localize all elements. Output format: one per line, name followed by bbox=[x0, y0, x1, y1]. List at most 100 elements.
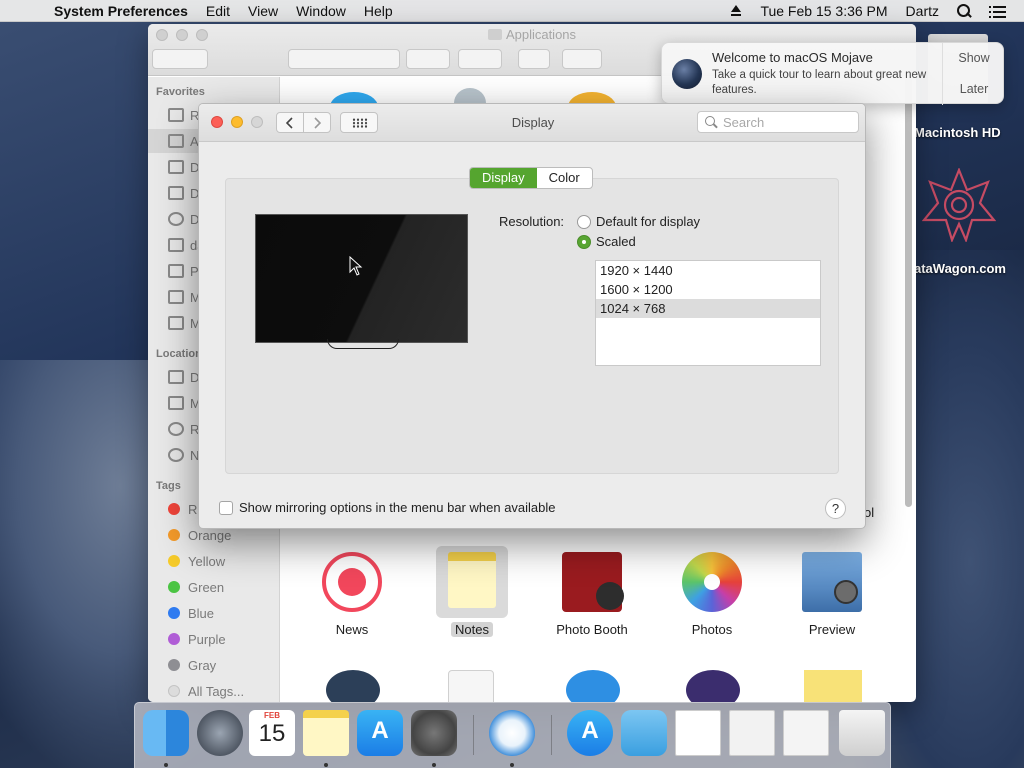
network-icon bbox=[168, 448, 184, 462]
sidebar-item-label: Purple bbox=[188, 631, 226, 647]
mirroring-option[interactable]: Show mirroring options in the menu bar w… bbox=[219, 500, 556, 515]
search-icon bbox=[705, 116, 717, 128]
resolution-option-selected[interactable]: 1024 × 768 bbox=[596, 299, 820, 318]
hard-drive-label[interactable]: Macintosh HD bbox=[914, 125, 1001, 140]
dock-separator bbox=[551, 715, 552, 755]
safari-icon[interactable] bbox=[489, 710, 535, 756]
radio-default-for-display[interactable]: Default for display bbox=[577, 214, 700, 229]
resolution-option[interactable]: 1920 × 1440 bbox=[596, 261, 820, 280]
app-store-glyph: A bbox=[581, 717, 599, 744]
finder-app-icon-partial[interactable] bbox=[566, 670, 620, 702]
mouse-cursor-icon bbox=[349, 256, 363, 276]
display-preferences-window: Display Display Color Resolution: Defaul… bbox=[198, 103, 866, 529]
calendar-month: FEB bbox=[264, 711, 280, 720]
sidebar-tag-green[interactable]: Green bbox=[148, 575, 280, 599]
prefs-titlebar: Display bbox=[199, 104, 865, 142]
radio-label: Default for display bbox=[596, 214, 701, 229]
app-label: Notes bbox=[451, 622, 493, 637]
radio-scaled[interactable]: Scaled bbox=[577, 234, 636, 249]
menu-window[interactable]: Window bbox=[296, 3, 346, 19]
red-tag-icon bbox=[168, 503, 180, 515]
sidebar-tag-gray[interactable]: Gray bbox=[148, 653, 280, 677]
menu-user[interactable]: Dartz bbox=[906, 3, 939, 19]
finder-app-icon-partial[interactable] bbox=[686, 670, 740, 702]
tab-color[interactable]: Color bbox=[537, 168, 592, 188]
document-icon[interactable] bbox=[675, 710, 721, 756]
app-photos[interactable]: Photos bbox=[664, 552, 760, 637]
notification-show-button[interactable]: Show bbox=[943, 43, 1005, 74]
radio-button[interactable] bbox=[577, 234, 591, 249]
resolution-option[interactable]: 1600 × 1200 bbox=[596, 280, 820, 299]
finder-view-buttons[interactable] bbox=[288, 49, 400, 69]
spotlight-search-icon[interactable] bbox=[957, 4, 971, 18]
running-indicator bbox=[164, 763, 168, 767]
display-tab-control: Display Color bbox=[469, 167, 593, 189]
app-label: News bbox=[335, 622, 369, 637]
sidebar-item-label: Green bbox=[188, 579, 225, 595]
finder-app-icon-partial[interactable] bbox=[326, 670, 380, 702]
finder-app-icon-partial[interactable] bbox=[804, 670, 862, 702]
menu-help[interactable]: Help bbox=[364, 3, 393, 19]
orange-tag-icon bbox=[168, 529, 180, 541]
menu-edit[interactable]: Edit bbox=[206, 3, 230, 19]
app-photo-booth[interactable]: Photo Booth bbox=[544, 552, 640, 637]
eject-icon[interactable] bbox=[730, 5, 742, 17]
document-icon[interactable] bbox=[729, 710, 775, 756]
system-preferences-icon[interactable] bbox=[411, 710, 457, 756]
calendar-icon[interactable]: FEB 15 bbox=[249, 710, 295, 756]
menu-app-name[interactable]: System Preferences bbox=[54, 3, 188, 19]
app-news[interactable]: News bbox=[304, 552, 400, 637]
mirroring-checkbox[interactable] bbox=[219, 500, 233, 515]
notification-later-button[interactable]: Later bbox=[943, 74, 1005, 105]
recents-icon bbox=[168, 108, 184, 122]
notification-title: Welcome to macOS Mojave bbox=[712, 50, 873, 65]
sidebar-all-tags[interactable]: All Tags... bbox=[148, 679, 280, 702]
prefs-search-input[interactable] bbox=[723, 114, 843, 130]
home-icon bbox=[168, 238, 184, 252]
trash-icon[interactable] bbox=[839, 710, 885, 756]
sidebar-item-label: Gray bbox=[188, 657, 217, 673]
tags-header: Tags bbox=[156, 480, 181, 492]
movies-icon bbox=[168, 316, 184, 330]
sidebar-tag-purple[interactable]: Purple bbox=[148, 627, 280, 651]
monitor-stand bbox=[327, 339, 399, 349]
sidebar-item-label: Orange bbox=[188, 527, 232, 543]
finder-tag-button[interactable] bbox=[562, 49, 602, 69]
finder-back-forward[interactable] bbox=[152, 49, 208, 69]
app-store-download-icon[interactable]: A bbox=[567, 710, 613, 756]
app-label: Preview bbox=[808, 622, 856, 637]
resolution-list[interactable]: 1920 × 1440 1600 × 1200 1024 × 768 bbox=[595, 260, 821, 366]
dock-separator bbox=[473, 715, 474, 755]
menu-clock[interactable]: Tue Feb 15 3:36 PM bbox=[760, 3, 887, 19]
downloads-folder-icon[interactable] bbox=[621, 710, 667, 756]
finder-share-button[interactable] bbox=[518, 49, 550, 69]
notes-dock-icon[interactable] bbox=[303, 710, 349, 756]
app-preview[interactable]: Preview bbox=[784, 552, 880, 637]
sidebar-tag-yellow[interactable]: Yellow bbox=[148, 549, 280, 573]
tab-display[interactable]: Display bbox=[470, 168, 537, 188]
finder-icon[interactable] bbox=[143, 710, 189, 756]
screenshot-icon[interactable] bbox=[783, 710, 829, 756]
finder-title-text: Applications bbox=[505, 27, 577, 42]
notification-center-icon[interactable] bbox=[989, 5, 1006, 18]
radio-label: Scaled bbox=[596, 234, 636, 249]
prefs-search-field[interactable] bbox=[697, 111, 859, 133]
launchpad-icon[interactable] bbox=[197, 710, 243, 756]
help-button[interactable]: ? bbox=[825, 498, 846, 519]
sidebar-item-label: R bbox=[188, 501, 198, 517]
finder-scrollbar[interactable] bbox=[905, 77, 912, 507]
monitor-preview bbox=[255, 214, 468, 343]
radio-button[interactable] bbox=[577, 214, 591, 229]
app-notes[interactable]: Notes bbox=[424, 546, 520, 637]
drive-icon bbox=[168, 396, 184, 410]
finder-action-button[interactable] bbox=[458, 49, 502, 69]
menu-view[interactable]: View bbox=[248, 3, 278, 19]
star-graphic-icon[interactable] bbox=[922, 168, 996, 242]
finder-app-icon-partial[interactable] bbox=[448, 670, 494, 702]
sidebar-tag-blue[interactable]: Blue bbox=[148, 601, 280, 625]
finder-group-button[interactable] bbox=[406, 49, 450, 69]
datawagon-label[interactable]: ataWagon.com bbox=[914, 261, 1006, 276]
preview-icon bbox=[802, 552, 862, 612]
notification-banner[interactable]: Welcome to macOS Mojave Take a quick tou… bbox=[661, 42, 1005, 105]
app-store-icon[interactable]: A bbox=[357, 710, 403, 756]
